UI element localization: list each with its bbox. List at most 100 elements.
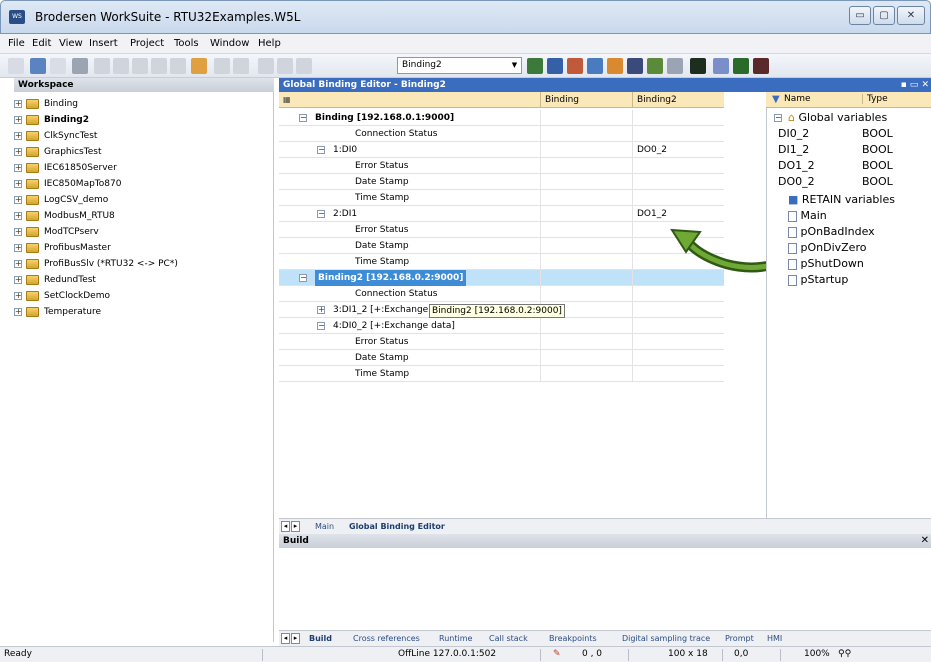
- expand-icon[interactable]: +: [317, 306, 325, 314]
- grid-row[interactable]: Time Stamp: [279, 190, 724, 206]
- home-icon[interactable]: [607, 58, 623, 74]
- bottom-prev-icon[interactable]: ◂: [281, 633, 290, 644]
- grid-row[interactable]: Connection Status: [279, 286, 724, 302]
- cell-binding[interactable]: [540, 254, 632, 270]
- copy-icon[interactable]: [113, 58, 129, 74]
- delete-icon[interactable]: [151, 58, 167, 74]
- cell-binding[interactable]: [540, 142, 632, 158]
- cell-binding2[interactable]: [632, 286, 724, 302]
- col-type[interactable]: Type: [862, 94, 888, 104]
- cell-binding[interactable]: [540, 222, 632, 238]
- cell-binding[interactable]: [540, 158, 632, 174]
- expand-icon[interactable]: +: [14, 100, 22, 108]
- expand-icon[interactable]: +: [14, 116, 22, 124]
- cell-binding2[interactable]: [632, 350, 724, 366]
- cell-binding2[interactable]: [632, 302, 724, 318]
- grid-row[interactable]: Error Status: [279, 158, 724, 174]
- cell-binding[interactable]: [540, 110, 632, 126]
- tab-runtime[interactable]: Runtime: [439, 633, 472, 645]
- expand-icon[interactable]: +: [14, 244, 22, 252]
- expand-icon[interactable]: +: [14, 292, 22, 300]
- close-build-icon[interactable]: ✕: [921, 534, 929, 548]
- expand-icon[interactable]: +: [14, 164, 22, 172]
- cut-icon[interactable]: [94, 58, 110, 74]
- collapse-icon[interactable]: −: [317, 146, 325, 154]
- menu-help[interactable]: Help: [258, 38, 281, 49]
- step-icon[interactable]: [753, 58, 769, 74]
- tab-global-binding-editor[interactable]: Global Binding Editor: [349, 521, 445, 533]
- grid-row[interactable]: Date Stamp: [279, 350, 724, 366]
- tab-digital-sampling-trace[interactable]: Digital sampling trace: [622, 633, 710, 645]
- paste-icon[interactable]: [132, 58, 148, 74]
- expand-icon[interactable]: +: [14, 276, 22, 284]
- bindings-icon[interactable]: [567, 58, 583, 74]
- cell-binding[interactable]: [540, 334, 632, 350]
- tab-breakpoints[interactable]: Breakpoints: [549, 633, 597, 645]
- expand-icon[interactable]: +: [14, 148, 22, 156]
- cell-binding2[interactable]: [632, 334, 724, 350]
- download-icon[interactable]: [587, 58, 603, 74]
- grid-corner-icon[interactable]: ▦: [279, 92, 295, 108]
- cell-binding[interactable]: [540, 126, 632, 142]
- program-item[interactable]: pShutDown: [788, 256, 864, 272]
- grid-row[interactable]: − Binding [192.168.0.1:9000]: [279, 110, 724, 126]
- cell-binding[interactable]: [540, 238, 632, 254]
- cell-binding[interactable]: [540, 174, 632, 190]
- collapse-icon[interactable]: −: [299, 114, 307, 122]
- binoculars-icon[interactable]: ⚲⚲: [838, 647, 851, 662]
- print-icon[interactable]: [72, 58, 88, 74]
- run-icon[interactable]: [733, 58, 749, 74]
- global-variables-node[interactable]: − ⌂ Global variables: [774, 110, 887, 126]
- grid-row[interactable]: −4:DI0_2 [+:Exchange data]: [279, 318, 724, 334]
- tab-build[interactable]: Build: [309, 633, 332, 645]
- grid-row[interactable]: −2:DI1 DO1_2: [279, 206, 724, 222]
- tab-cross-references[interactable]: Cross references: [353, 633, 420, 645]
- expand-icon[interactable]: +: [14, 308, 22, 316]
- debug-icon[interactable]: [713, 58, 729, 74]
- cell-binding[interactable]: [540, 206, 632, 222]
- cell-binding[interactable]: [540, 350, 632, 366]
- simulate-icon[interactable]: [667, 58, 683, 74]
- cell-binding[interactable]: [540, 190, 632, 206]
- find-icon[interactable]: [170, 58, 186, 74]
- collapse-icon[interactable]: −: [299, 274, 307, 282]
- col-binding2[interactable]: Binding2: [632, 92, 724, 108]
- cell-binding[interactable]: [540, 270, 632, 286]
- cell-binding2[interactable]: [632, 126, 724, 142]
- col-binding[interactable]: Binding: [540, 92, 632, 108]
- retain-variables-node[interactable]: ■ RETAIN variables: [788, 192, 895, 208]
- sg-icon[interactable]: [647, 58, 663, 74]
- collapse-icon[interactable]: −: [317, 322, 325, 330]
- tab-hmi[interactable]: HMI: [767, 633, 782, 645]
- cell-binding[interactable]: [540, 318, 632, 334]
- menu-window[interactable]: Window: [210, 38, 249, 49]
- pin-icon[interactable]: ▪ ▭ ✕: [901, 78, 929, 92]
- cell-binding2[interactable]: DO0_2: [632, 142, 724, 158]
- project-combo[interactable]: Binding2 ▼: [397, 57, 522, 74]
- cell-binding2[interactable]: [632, 366, 724, 382]
- menu-insert[interactable]: Insert: [89, 38, 118, 49]
- minimize-button[interactable]: ▭: [849, 6, 871, 25]
- build-icon[interactable]: [527, 58, 543, 74]
- grid-row[interactable]: −1:DI0 DO0_2: [279, 142, 724, 158]
- menu-project[interactable]: Project: [130, 38, 164, 49]
- tab-call-stack[interactable]: Call stack: [489, 633, 528, 645]
- save-icon[interactable]: [30, 58, 46, 74]
- matrix-icon[interactable]: [690, 58, 706, 74]
- cell-binding2[interactable]: [632, 318, 724, 334]
- expand-icon[interactable]: +: [14, 228, 22, 236]
- tab-prompt[interactable]: Prompt: [725, 633, 754, 645]
- menu-edit[interactable]: Edit: [32, 38, 51, 49]
- open-icon[interactable]: [8, 58, 24, 74]
- cell-binding2[interactable]: [632, 110, 724, 126]
- cell-binding[interactable]: [540, 286, 632, 302]
- grid-row[interactable]: Error Status: [279, 334, 724, 350]
- restore-button[interactable]: ▢: [873, 6, 895, 25]
- grid-row[interactable]: Connection Status: [279, 126, 724, 142]
- menu-view[interactable]: View: [59, 38, 83, 49]
- tab-next-icon[interactable]: ▸: [291, 521, 300, 532]
- close-button[interactable]: ✕: [897, 6, 925, 25]
- monitor-icon[interactable]: [627, 58, 643, 74]
- grid-row[interactable]: Time Stamp: [279, 254, 724, 270]
- program-item[interactable]: pOnBadIndex: [788, 224, 875, 240]
